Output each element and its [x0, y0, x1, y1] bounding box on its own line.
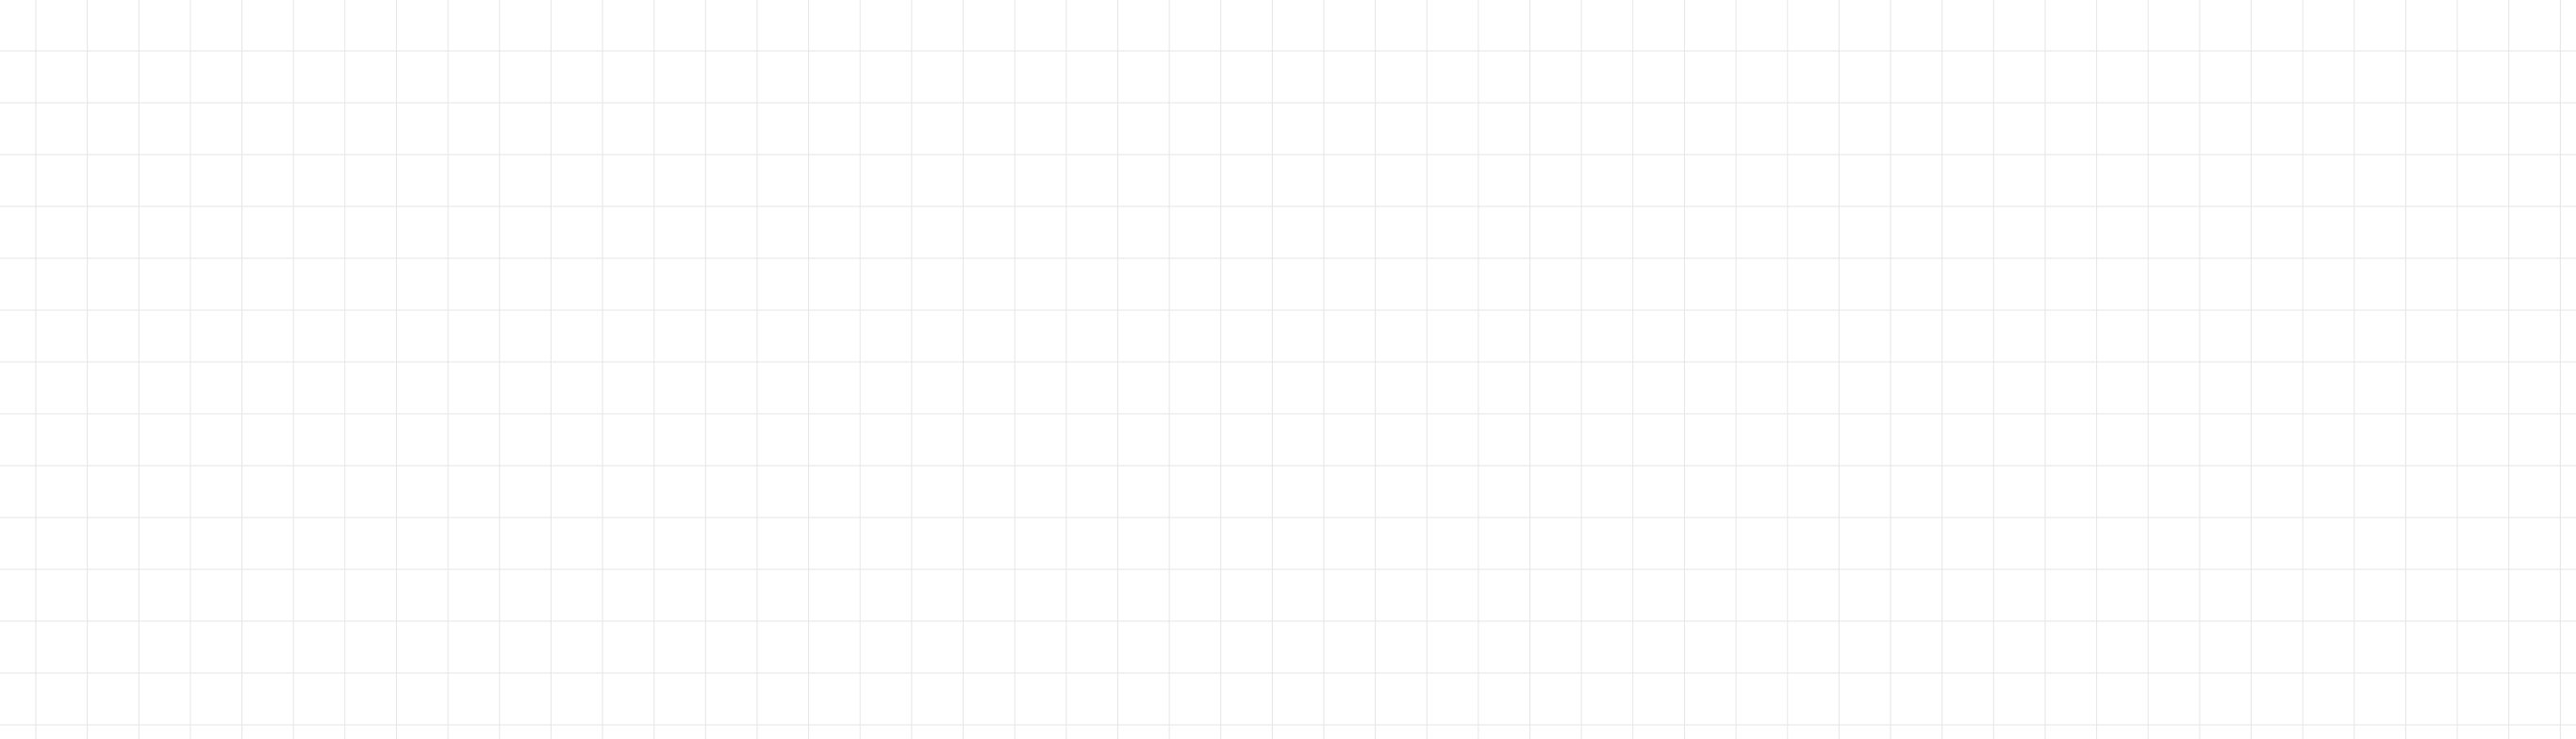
grid-canvas[interactable]: [0, 0, 2576, 739]
grid-lines: [0, 0, 2576, 739]
